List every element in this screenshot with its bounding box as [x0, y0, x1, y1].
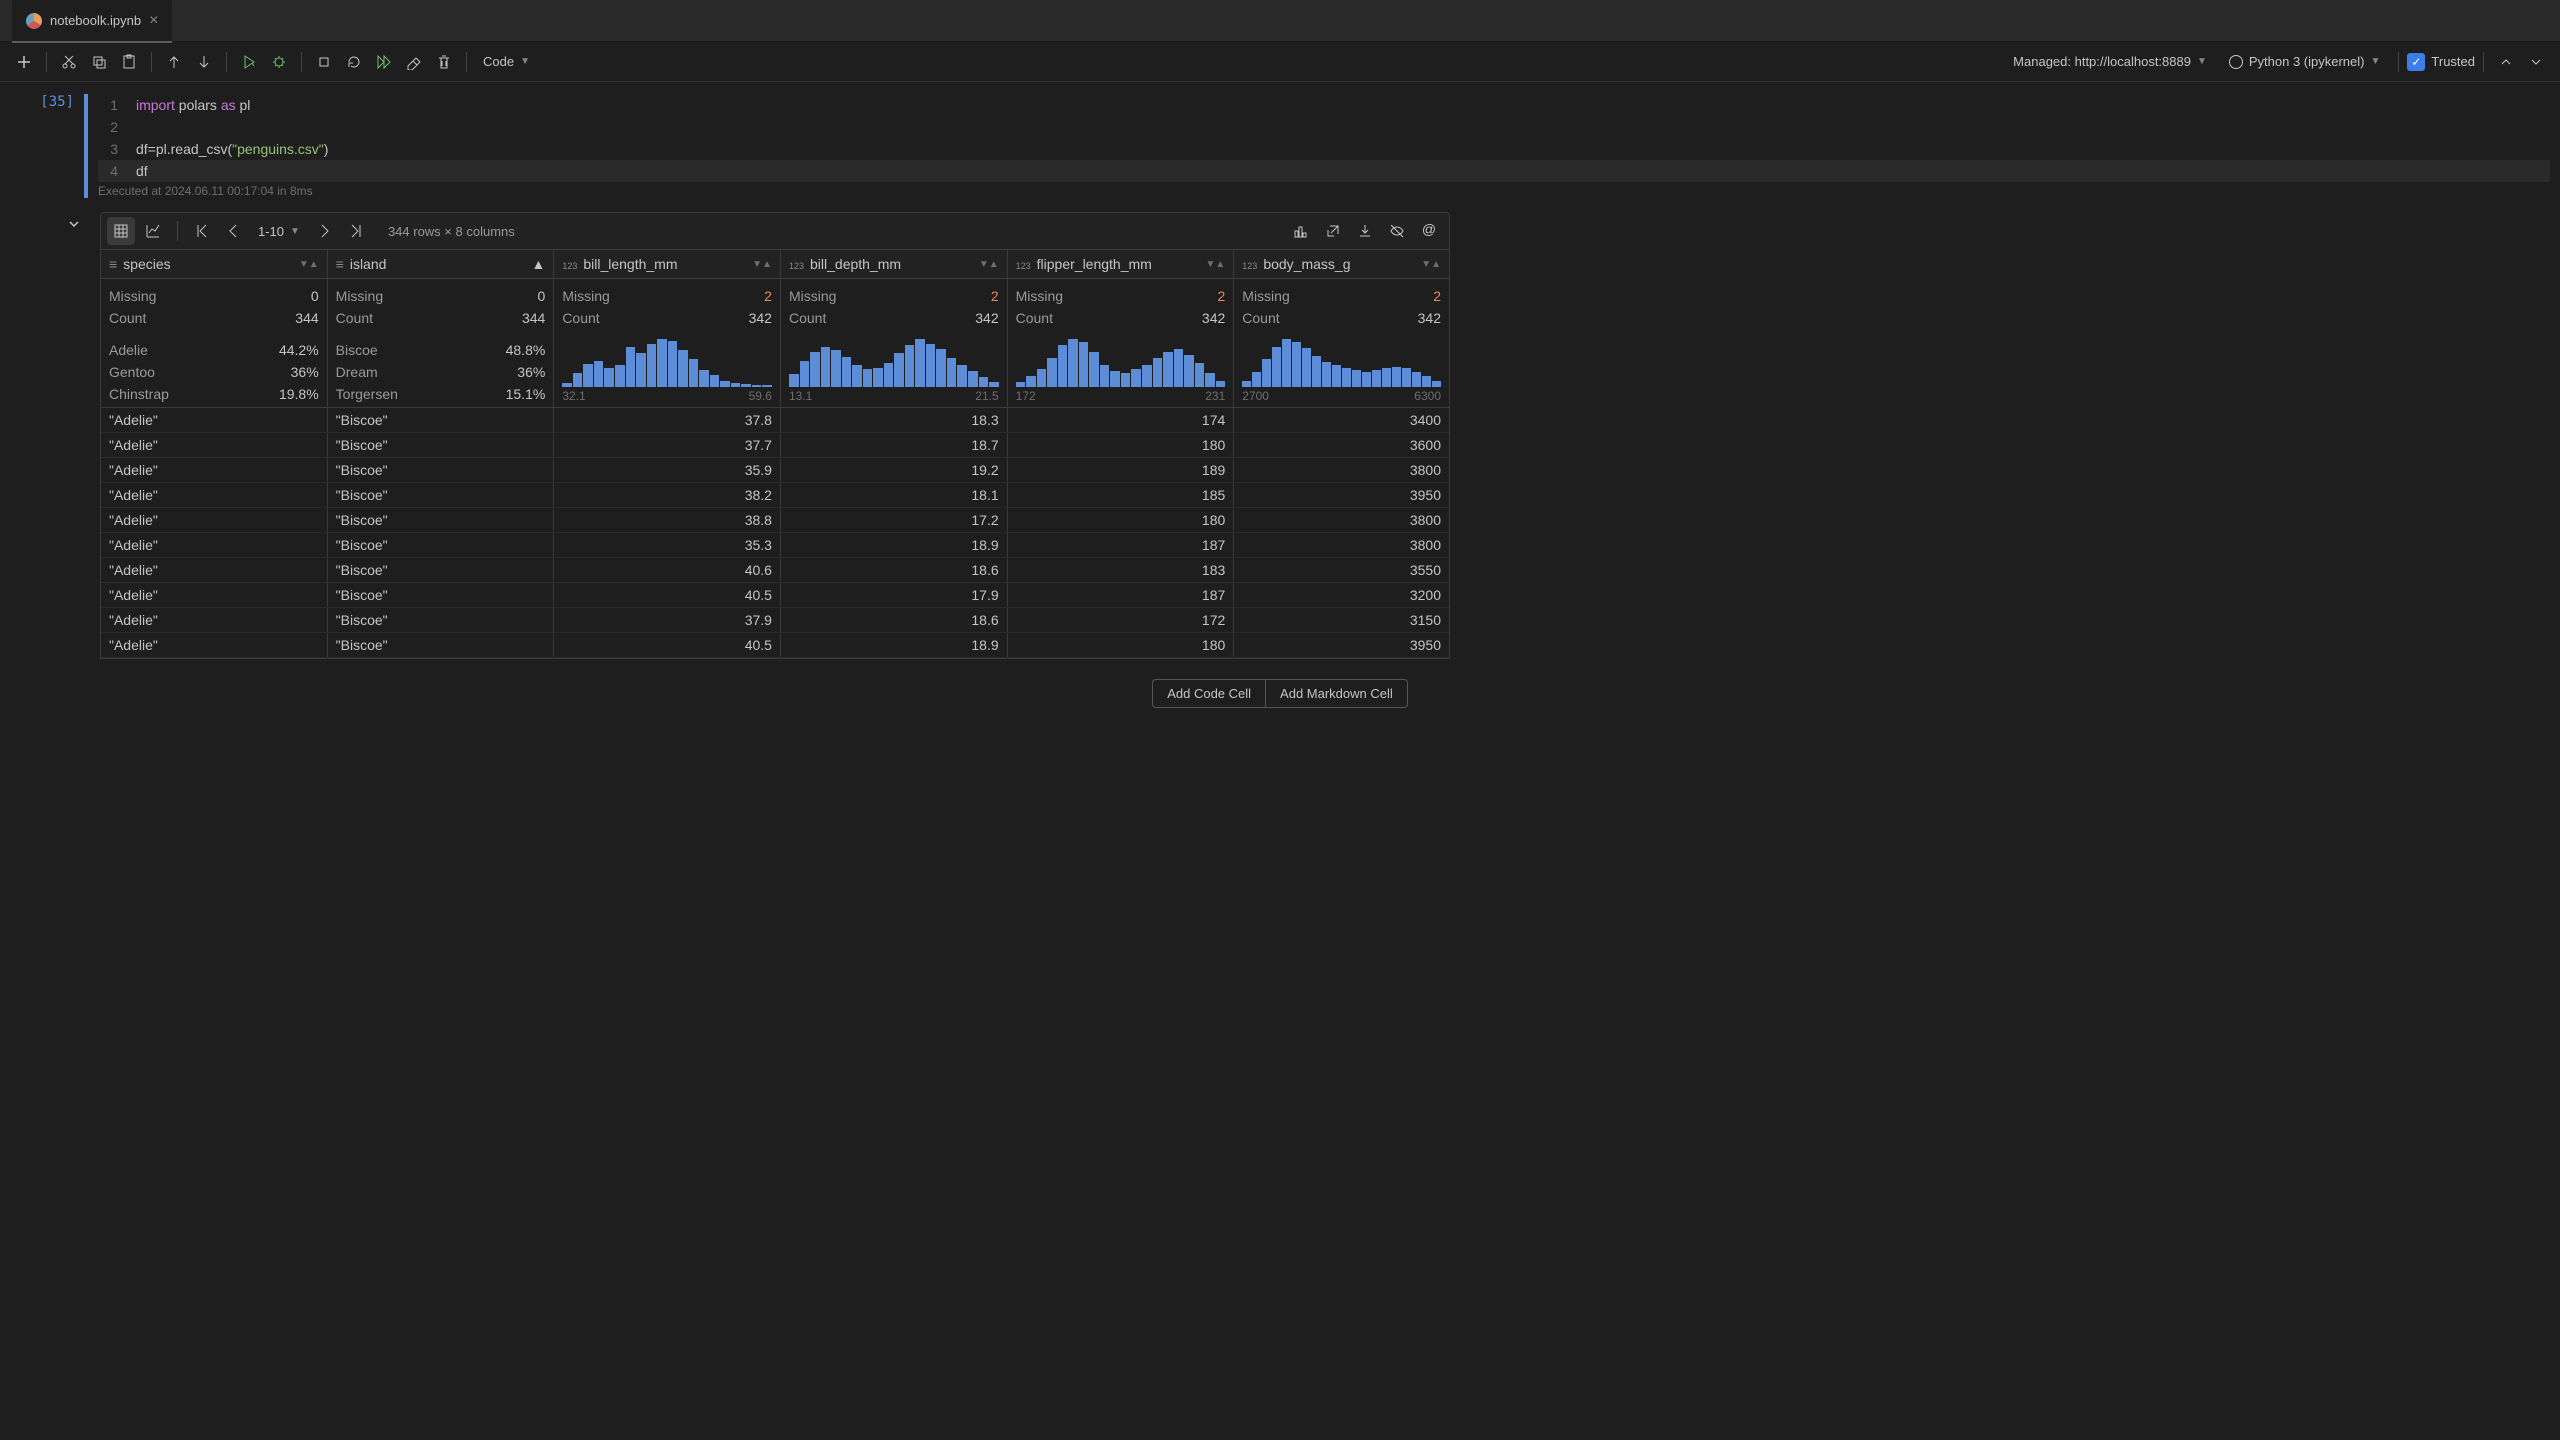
page-range[interactable]: 1-10 ▼ [252, 224, 306, 239]
column-header-bill_length_mm[interactable]: 123 bill_length_mm ▼▲ [554, 250, 780, 278]
collapse-output-button[interactable] [60, 216, 88, 232]
column-header-island[interactable]: ≡ island ▲ [328, 250, 554, 278]
table-row[interactable]: "Adelie""Biscoe"40.517.91873200 [101, 583, 1449, 608]
table-row[interactable]: "Adelie""Biscoe"40.518.91803950 [101, 633, 1449, 658]
jupyter-icon [26, 13, 42, 29]
first-page-button[interactable] [188, 217, 216, 245]
kernel-info[interactable]: Python 3 (ipykernel) ▼ [2219, 54, 2391, 69]
debug-button[interactable] [265, 48, 293, 76]
add-markdown-cell-button[interactable]: Add Markdown Cell [1265, 679, 1408, 708]
chevron-down-icon: ▼ [2371, 56, 2381, 67]
histogram-body_mass_g [1242, 339, 1441, 387]
trusted-indicator[interactable]: ✓ Trusted [2407, 53, 2475, 71]
notebook-tab[interactable]: noteboolk.ipynb × [12, 0, 172, 42]
shape-info: 344 rows × 8 columns [388, 224, 515, 239]
interrupt-button[interactable] [310, 48, 338, 76]
kernel-status-icon [2229, 55, 2243, 69]
delete-button[interactable] [430, 48, 458, 76]
run-button[interactable] [235, 48, 263, 76]
histogram-bill_depth_mm [789, 339, 999, 387]
add-cell-buttons: Add Code Cell Add Markdown Cell [0, 679, 2560, 708]
stats-button[interactable] [1287, 217, 1315, 245]
add-cell-button[interactable] [10, 48, 38, 76]
svg-text:@: @ [1422, 223, 1436, 237]
histogram-flipper_length_mm [1016, 339, 1226, 387]
move-up-button[interactable] [160, 48, 188, 76]
clear-output-button[interactable] [400, 48, 428, 76]
collapse-all-button[interactable] [2492, 48, 2520, 76]
notebook-toolbar: Code ▼ Managed: http://localhost:8889 ▼ … [0, 42, 2560, 82]
chart-view-button[interactable] [139, 217, 167, 245]
tab-bar: noteboolk.ipynb × [0, 0, 2560, 42]
table-row[interactable]: "Adelie""Biscoe"40.618.61833550 [101, 558, 1449, 583]
table-view-button[interactable] [107, 217, 135, 245]
table-row[interactable]: "Adelie""Biscoe"37.718.71803600 [101, 433, 1449, 458]
column-header-species[interactable]: ≡ species ▼▲ [101, 250, 327, 278]
code-cell[interactable]: [35] 1import polars as pl23df=pl.read_cs… [0, 94, 2560, 198]
table-row[interactable]: "Adelie""Biscoe"35.919.21893800 [101, 458, 1449, 483]
restart-button[interactable] [340, 48, 368, 76]
prev-page-button[interactable] [220, 217, 248, 245]
add-code-cell-button[interactable]: Add Code Cell [1152, 679, 1265, 708]
chevron-down-icon: ▼ [2197, 56, 2207, 67]
check-icon: ✓ [2407, 53, 2425, 71]
chevron-down-icon: ▼ [290, 226, 300, 237]
move-down-button[interactable] [190, 48, 218, 76]
cut-button[interactable] [55, 48, 83, 76]
execution-count: [35] [0, 94, 74, 110]
close-icon[interactable]: × [149, 12, 158, 30]
download-button[interactable] [1351, 217, 1379, 245]
expand-all-button[interactable] [2522, 48, 2550, 76]
settings-button[interactable]: @ [1415, 217, 1443, 245]
table-row[interactable]: "Adelie""Biscoe"38.218.11853950 [101, 483, 1449, 508]
table-row[interactable]: "Adelie""Biscoe"38.817.21803800 [101, 508, 1449, 533]
tab-filename: noteboolk.ipynb [50, 13, 141, 28]
server-info[interactable]: Managed: http://localhost:8889 ▼ [2003, 54, 2217, 69]
histogram-bill_length_mm [562, 339, 772, 387]
hide-button[interactable] [1383, 217, 1411, 245]
last-page-button[interactable] [342, 217, 370, 245]
next-page-button[interactable] [310, 217, 338, 245]
chevron-down-icon: ▼ [520, 56, 530, 67]
dataframe-output: 1-10 ▼ 344 rows × 8 columns @ ≡ species … [100, 212, 1450, 659]
table-row[interactable]: "Adelie""Biscoe"37.818.31743400 [101, 408, 1449, 433]
column-header-bill_depth_mm[interactable]: 123 bill_depth_mm ▼▲ [781, 250, 1007, 278]
table-row[interactable]: "Adelie""Biscoe"37.918.61723150 [101, 608, 1449, 633]
copy-button[interactable] [85, 48, 113, 76]
column-header-body_mass_g[interactable]: 123 body_mass_g ▼▲ [1234, 250, 1449, 278]
cell-type-label: Code [483, 54, 514, 69]
run-all-button[interactable] [370, 48, 398, 76]
table-row[interactable]: "Adelie""Biscoe"35.318.91873800 [101, 533, 1449, 558]
popout-button[interactable] [1319, 217, 1347, 245]
paste-button[interactable] [115, 48, 143, 76]
column-header-flipper_length_mm[interactable]: 123 flipper_length_mm ▼▲ [1008, 250, 1234, 278]
cell-type-dropdown[interactable]: Code ▼ [475, 54, 538, 69]
